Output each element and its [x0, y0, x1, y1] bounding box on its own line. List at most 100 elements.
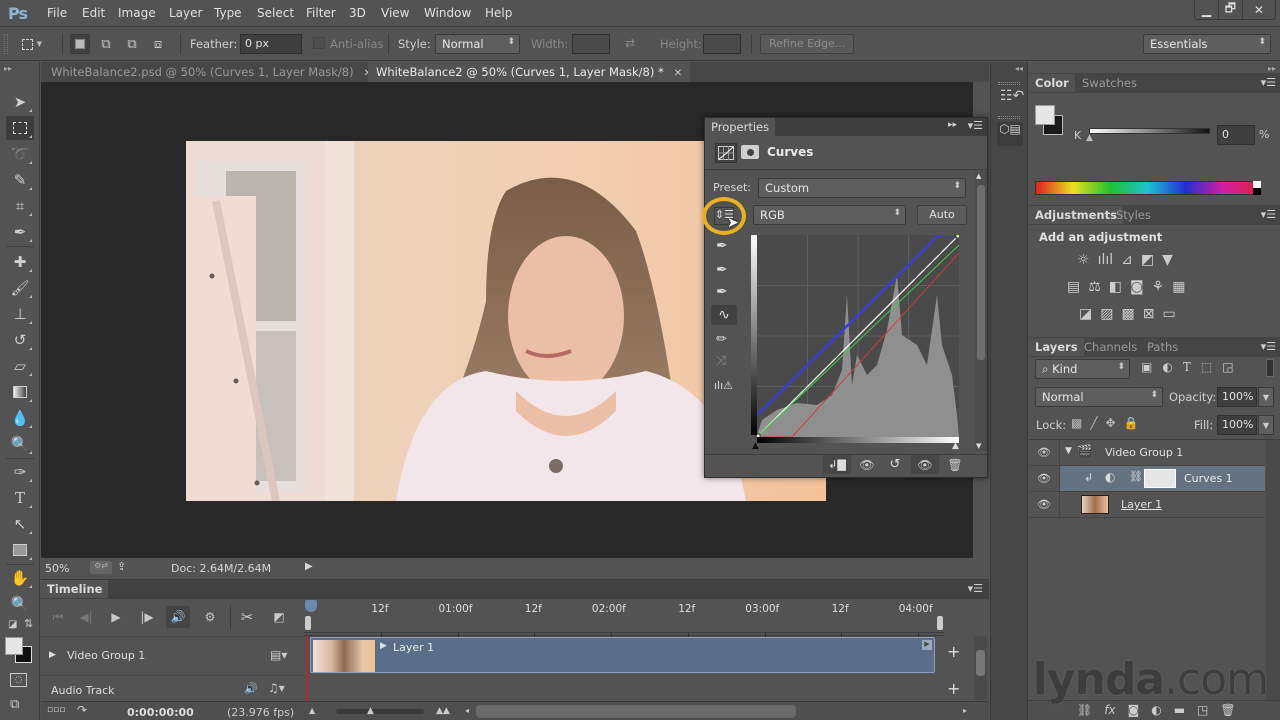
render-video-icon[interactable]: ↷ — [77, 703, 87, 717]
tab-styles[interactable]: Styles — [1110, 206, 1157, 224]
tab-adjustments[interactable]: Adjustments — [1029, 206, 1123, 224]
vibrance-icon[interactable]: ▼ — [1162, 252, 1173, 268]
layer-mask-thumbnail[interactable] — [1144, 469, 1176, 488]
hue-saturation-icon[interactable]: ▤ — [1067, 279, 1080, 295]
tab-timeline[interactable]: Timeline — [41, 580, 109, 598]
time-ruler[interactable]: 12f 01:00f 12f 02:00f 12f 03:00f 12f 04:00f — [304, 599, 944, 641]
collapse-panels-icon[interactable]: ▸▸ — [1268, 64, 1276, 73]
expand-dock-icon[interactable]: ◂◂ — [1015, 64, 1023, 73]
current-timecode[interactable]: 0:00:00:00 — [127, 706, 194, 719]
width-input[interactable] — [572, 34, 610, 54]
minimize-button[interactable]: ▁ — [1195, 0, 1219, 19]
lock-position-icon[interactable]: ✥ — [1106, 416, 1116, 430]
screen-mode-button[interactable]: ⧉ — [10, 697, 19, 712]
exposure-icon[interactable]: ◩ — [1141, 252, 1154, 268]
scroll-left-icon[interactable]: ◂ — [465, 706, 469, 715]
scrollbar-thumb[interactable] — [976, 650, 985, 676]
film-strip-menu-icon[interactable]: ▤▾ — [270, 648, 287, 662]
edit-points-tool[interactable]: ∿ — [711, 305, 737, 325]
previous-frame-button[interactable]: ◀| — [74, 606, 98, 628]
zoom-level[interactable]: 50% — [45, 562, 69, 575]
invert-icon[interactable]: ◪ — [1079, 306, 1092, 322]
fill-dropdown[interactable]: ▼ — [1258, 415, 1274, 435]
white-point-eyedropper[interactable]: ✒ — [716, 284, 728, 300]
layer-row-curves[interactable]: ↲ ◐ ⛓ Curves 1 — [1060, 466, 1265, 492]
filter-toggle[interactable] — [1266, 359, 1274, 377]
zoom-in-timeline-icon[interactable]: ▲▲ — [436, 706, 450, 716]
work-area-end-handle[interactable] — [937, 616, 943, 630]
photo-filter-icon[interactable]: ◙ — [1130, 279, 1144, 295]
color-spectrum-ramp[interactable] — [1035, 181, 1261, 195]
tab-whitebalance2-psd[interactable]: WhiteBalance2.psd @ 50% (Curves 1, Layer… — [43, 62, 380, 82]
path-selection-tool[interactable]: ↖ — [6, 512, 34, 536]
eraser-tool[interactable]: ▱ — [6, 354, 34, 378]
new-adjustment-icon[interactable]: ◐ — [1151, 703, 1161, 717]
posterize-icon[interactable]: ▨ — [1100, 306, 1113, 322]
split-at-playhead-button[interactable]: ✂ — [235, 606, 259, 628]
add-audio-button[interactable]: + — [947, 679, 960, 698]
menu-file[interactable]: File — [47, 6, 67, 20]
menu-type[interactable]: Type — [214, 6, 242, 20]
layer-row-video-group[interactable]: ▼ 🎬 Video Group 1 — [1060, 440, 1265, 466]
menu-view[interactable]: View — [381, 6, 409, 20]
playhead-handle[interactable] — [305, 600, 317, 612]
lock-transparent-icon[interactable]: ▩ — [1071, 416, 1082, 430]
adjustment-layer-filter-icon[interactable]: ◐ — [1162, 360, 1172, 374]
fx-icon[interactable]: fx — [1104, 703, 1115, 717]
height-input[interactable] — [703, 34, 741, 54]
subtract-from-selection-button[interactable]: ⧉ — [122, 34, 142, 54]
panel-menu-icon[interactable]: ▾☰ — [1261, 208, 1276, 221]
pixel-layer-filter-icon[interactable]: ▣ — [1141, 360, 1152, 374]
timeline-zoom-slider[interactable] — [336, 709, 424, 714]
dock-grip[interactable] — [998, 116, 1020, 119]
type-layer-filter-icon[interactable]: T — [1183, 360, 1191, 374]
refine-edge-button[interactable]: Refine Edge... — [760, 34, 855, 54]
intersect-selection-button[interactable]: ⧈ — [148, 34, 168, 54]
rectangle-tool[interactable] — [6, 538, 34, 562]
curves-adjustment-tab[interactable] — [715, 143, 737, 163]
color-lookup-icon[interactable]: ▦ — [1172, 279, 1185, 295]
lock-pixels-icon[interactable]: ╱ — [1090, 416, 1097, 430]
menu-select[interactable]: Select — [257, 6, 294, 20]
expand-track-icon[interactable]: ▶ — [49, 650, 56, 660]
white-point-handle[interactable] — [955, 235, 959, 239]
panel-menu-icon[interactable]: ▾☰ — [968, 119, 983, 132]
foreground-color-swatch[interactable] — [5, 637, 23, 655]
3d-panel-button[interactable]: ⬡▤ — [997, 122, 1023, 146]
black-swatch[interactable] — [1253, 188, 1261, 195]
timeline-vertical-scrollbar[interactable] — [974, 636, 987, 700]
history-panel-button[interactable]: ☷↶ — [1000, 88, 1024, 104]
dodge-tool[interactable]: 🔍 — [6, 432, 34, 456]
black-point-eyedropper[interactable]: ✒ — [716, 238, 728, 254]
delete-adjustment-button[interactable]: 🗑 — [941, 455, 969, 474]
view-previous-state-button[interactable]: 👁 — [853, 455, 881, 474]
clip-to-layer-button[interactable]: ↲▇ — [823, 455, 851, 474]
brush-tool[interactable]: 🖌 — [6, 276, 34, 300]
tab-whitebalance2[interactable]: WhiteBalance2 @ 50% (Curves 1, Layer Mas… — [368, 62, 691, 82]
shape-layer-filter-icon[interactable]: ⬚ — [1201, 360, 1212, 374]
gradient-tool[interactable] — [6, 380, 34, 404]
move-tool[interactable]: ➤ — [6, 90, 34, 114]
workspace-select[interactable]: Essentials — [1143, 34, 1271, 54]
lock-all-icon[interactable]: 🔒 — [1124, 416, 1139, 430]
scroll-down-icon[interactable]: ▼ — [976, 442, 981, 450]
close-tab-icon[interactable]: ✕ — [674, 68, 682, 79]
expand-group-icon[interactable]: ▼ — [1065, 446, 1072, 456]
blend-mode-select[interactable]: Normal — [1035, 387, 1163, 407]
levels-icon[interactable]: ılıl — [1098, 252, 1114, 268]
menu-help[interactable]: Help — [485, 6, 512, 20]
add-media-button[interactable]: + — [947, 642, 960, 661]
blur-tool[interactable]: 💧 — [6, 406, 34, 430]
scroll-up-icon[interactable]: ▲ — [976, 172, 981, 180]
options-bar-grip[interactable] — [4, 34, 8, 54]
reset-button[interactable]: ↺ — [881, 455, 909, 474]
frame-animation-toggle-icon[interactable]: ▫▫▫ — [47, 705, 65, 715]
timing-icon[interactable]: ⚙⇄ — [90, 561, 112, 574]
tab-paths[interactable]: Paths — [1141, 338, 1184, 356]
panel-menu-icon[interactable]: ▾☰ — [1261, 76, 1276, 89]
white-swatch[interactable] — [1253, 181, 1261, 188]
properties-scrollbar[interactable]: ▲ ▼ — [975, 171, 987, 451]
mute-audio-button[interactable]: 🔊 — [166, 606, 190, 628]
rectangular-marquee-tool[interactable] — [6, 116, 34, 140]
audio-mute-icon[interactable]: 🔊 — [244, 682, 258, 695]
